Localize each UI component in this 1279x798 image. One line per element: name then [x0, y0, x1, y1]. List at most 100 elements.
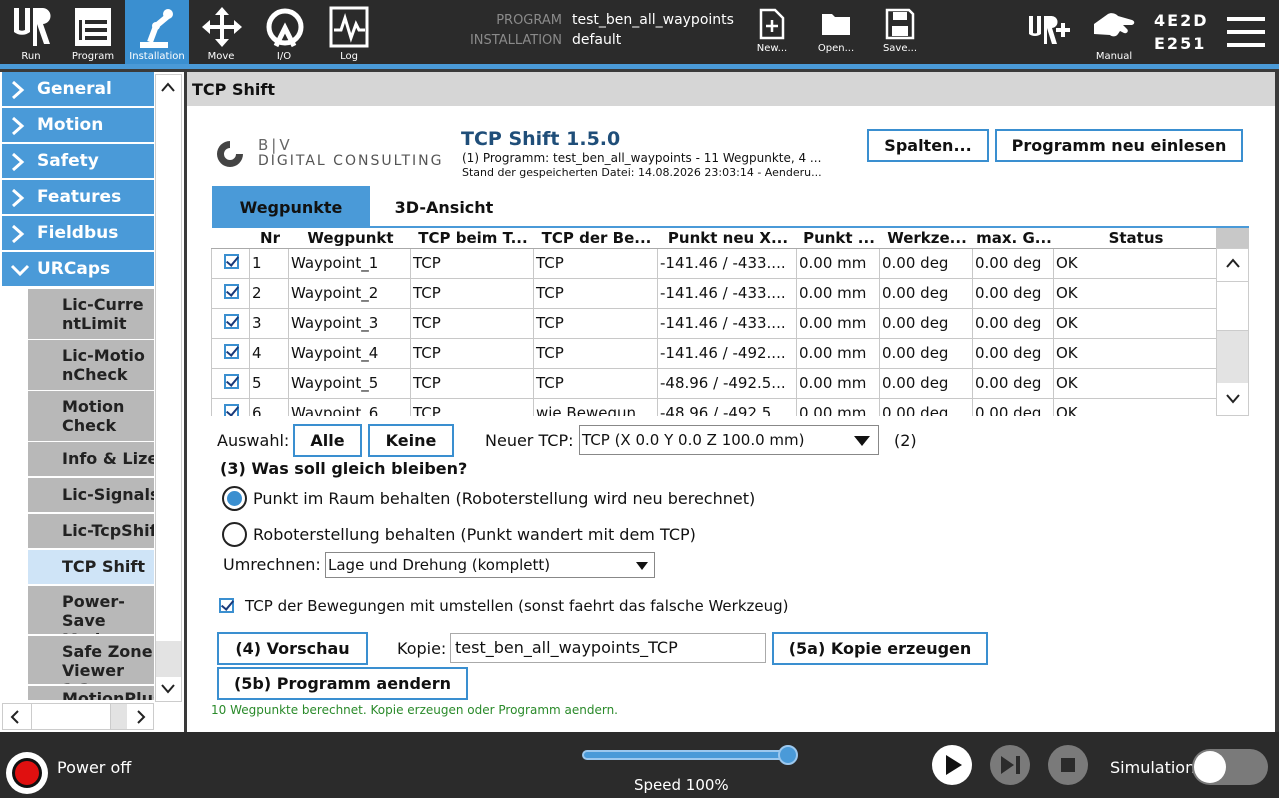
power-button[interactable] [6, 752, 48, 794]
col-header[interactable]: Nr [249, 228, 289, 249]
manual-mode-button[interactable]: Manual [1090, 0, 1138, 64]
power-off-icon [15, 761, 39, 785]
scroll-thumb[interactable] [156, 641, 181, 677]
convert-dropdown[interactable]: Lage und Drehung (komplett) [325, 552, 655, 578]
col-header[interactable]: Punkt ... [796, 228, 880, 249]
tcp-moves-checkbox[interactable] [219, 598, 234, 613]
table-cell: TCP [410, 367, 534, 399]
row-checkbox[interactable] [224, 313, 239, 329]
select-none-button[interactable]: Keine [368, 424, 454, 457]
row-select-cell[interactable] [211, 397, 250, 416]
col-header[interactable]: Status [1053, 228, 1216, 249]
table-cell: Waypoint_5 [288, 367, 411, 399]
speed-slider-thumb[interactable] [778, 745, 798, 765]
row-checkbox[interactable] [224, 283, 239, 299]
radio-keep-pose[interactable] [222, 522, 247, 547]
play-button[interactable] [932, 745, 972, 785]
row-select-cell[interactable] [211, 277, 250, 309]
table-scrollbar[interactable] [1216, 248, 1249, 416]
col-header[interactable]: max. G... [972, 228, 1054, 249]
speed-slider-track[interactable] [582, 750, 792, 760]
col-header[interactable]: Wegpunkt [288, 228, 411, 249]
menu-general[interactable]: General [2, 72, 154, 107]
row-checkbox[interactable] [224, 253, 239, 269]
simulation-label: Simulation [1110, 758, 1196, 777]
nav-log-button[interactable]: Log [318, 0, 380, 64]
nav-io-button[interactable]: I/O [253, 0, 315, 64]
nav-program-button[interactable]: Program [62, 0, 124, 64]
row-select-cell[interactable] [211, 247, 250, 279]
simulation-toggle[interactable] [1192, 749, 1268, 785]
urcap-safe-zone-viewer[interactable]: Safe Zone Viewer 1.3 [28, 636, 154, 686]
table-scroll-thumb[interactable] [1217, 331, 1248, 383]
create-copy-button[interactable]: (5a) Kopie erzeugen [772, 632, 988, 665]
urplus-logo-icon[interactable] [1027, 14, 1071, 48]
row-select-cell[interactable] [211, 307, 250, 339]
columns-button[interactable]: Spalten... [867, 129, 989, 162]
urcap-motion-check[interactable]: Motion Check [28, 391, 154, 443]
urcap-lic-signals[interactable]: Lic-Signals [28, 478, 154, 514]
table-row[interactable]: 6 Waypoint_6 TCP wie Bewegun... -48.96 / -49… [211, 397, 1216, 416]
table-row[interactable]: 5 Waypoint_5 TCP TCP -48.96 / -492.5... 0.00 … [211, 367, 1216, 399]
change-program-button[interactable]: (5b) Programm aendern [217, 667, 468, 700]
menu-fieldbus[interactable]: Fieldbus [2, 216, 154, 251]
chevron-up-icon[interactable] [160, 81, 176, 93]
col-header[interactable]: TCP beim T... [410, 228, 534, 249]
save-file-button[interactable]: Save... [875, 0, 925, 64]
chevron-up-icon[interactable] [1225, 257, 1241, 269]
step-button[interactable] [990, 745, 1030, 785]
urcap-power-save-mode[interactable]: Power-Save Mode [28, 586, 154, 636]
chevron-left-icon[interactable] [9, 710, 21, 724]
table-header-corner [1216, 228, 1249, 248]
nav-move-button[interactable]: Move [190, 0, 252, 64]
tab-3d-view[interactable]: 3D-Ansicht [370, 186, 518, 227]
menu-features[interactable]: Features [2, 180, 154, 215]
new-tcp-dropdown[interactable]: TCP (X 0.0 Y 0.0 Z 100.0 mm) [579, 425, 879, 455]
chevron-down-icon[interactable] [1225, 393, 1241, 405]
chevron-right-icon [12, 153, 25, 171]
stop-button[interactable] [1048, 745, 1088, 785]
reload-program-button[interactable]: Programm neu einlesen [995, 129, 1243, 162]
table-row[interactable]: 2 Waypoint_2 TCP TCP -141.46 / -433.... 0.00 … [211, 277, 1216, 309]
row-checkbox[interactable] [224, 403, 239, 416]
copy-name-input[interactable]: test_ben_all_waypoints_TCP [450, 633, 766, 663]
row-checkbox[interactable] [224, 373, 239, 389]
urcap-motionplus[interactable]: MotionPlus [28, 686, 154, 702]
row-select-cell[interactable] [211, 337, 250, 369]
hscroll-thumb[interactable] [111, 704, 127, 729]
hamburger-menu-icon[interactable] [1227, 17, 1265, 47]
table-cell: 0.00 deg [972, 337, 1054, 369]
nav-installation-button[interactable]: Installation [125, 0, 189, 64]
urcap-lic-currentlimit[interactable]: Lic-CurrentLimit [28, 289, 154, 341]
chevron-down-icon[interactable] [160, 683, 176, 695]
col-header[interactable]: TCP der Be... [533, 228, 658, 249]
table-cell: OK [1053, 367, 1216, 399]
menu-vertical-scrollbar[interactable] [155, 74, 182, 702]
table-row[interactable]: 3 Waypoint_3 TCP TCP -141.46 / -433.... 0.00 … [211, 307, 1216, 339]
tab-waypoints[interactable]: Wegpunkte [212, 186, 370, 227]
urcap-info-lizenz[interactable]: Info & Lizenz [28, 442, 154, 478]
urcap-tcp-shift[interactable]: TCP Shift [28, 550, 154, 586]
nav-run-button[interactable]: Run [0, 0, 62, 64]
new-file-button[interactable]: New... [747, 0, 797, 64]
urcap-lic-motioncheck[interactable]: Lic-MotionCheck [28, 340, 154, 392]
menu-safety-label: Safety [37, 151, 99, 171]
table-row[interactable]: 1 Waypoint_1 TCP TCP -141.46 / -433.... 0.00 … [211, 247, 1216, 279]
urcap-lic-tcpshift[interactable]: Lic-TcpShift [28, 514, 154, 550]
open-file-button[interactable]: Open... [811, 0, 861, 64]
menu-horizontal-scrollbar[interactable] [2, 703, 154, 730]
row-select-cell[interactable] [211, 367, 250, 399]
preview-button[interactable]: (4) Vorschau [217, 632, 368, 665]
row-checkbox[interactable] [224, 343, 239, 359]
col-header[interactable]: Werkze... [879, 228, 973, 249]
col-header[interactable]: Punkt neu X... [657, 228, 797, 249]
chevron-right-icon [12, 225, 25, 243]
chevron-right-icon[interactable] [135, 710, 147, 724]
select-all-button[interactable]: Alle [293, 424, 362, 457]
menu-motion[interactable]: Motion [2, 108, 154, 143]
menu-safety[interactable]: Safety [2, 144, 154, 179]
radio-keep-point[interactable] [222, 486, 247, 511]
table-cell: Waypoint_1 [288, 247, 411, 279]
menu-urcaps[interactable]: URCaps [2, 252, 154, 287]
table-row[interactable]: 4 Waypoint_4 TCP TCP -141.46 / -492.... 0.00 … [211, 337, 1216, 369]
